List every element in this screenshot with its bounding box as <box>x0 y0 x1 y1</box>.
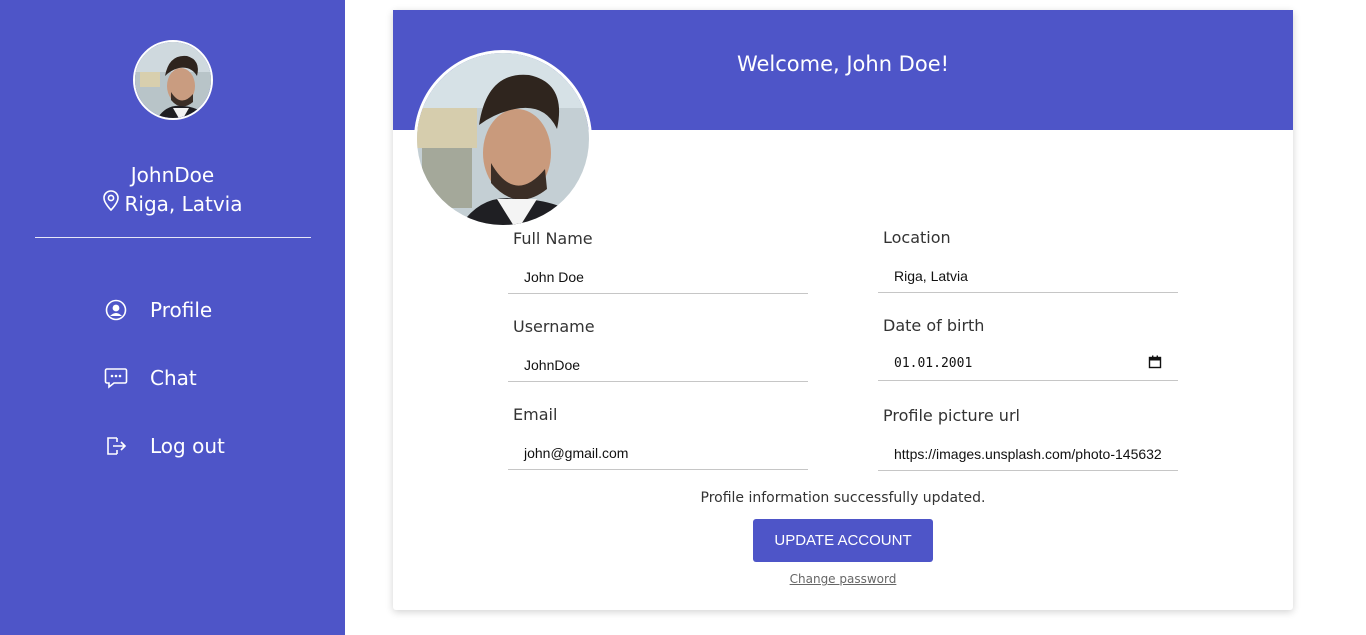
nav-label-chat: Chat <box>150 366 197 390</box>
calendar-icon[interactable] <box>1148 355 1162 373</box>
sidebar-divider <box>35 237 311 238</box>
full-name-input[interactable]: John Doe <box>508 260 808 294</box>
nav-label-logout: Log out <box>150 434 225 458</box>
user-circle-icon <box>104 298 128 322</box>
field-email: Email john@gmail.com <box>508 405 808 470</box>
profile-avatar <box>414 50 592 228</box>
date-of-birth-input[interactable]: 01.01.2001 <box>878 347 1178 381</box>
username-value: JohnDoe <box>524 356 581 373</box>
map-pin-icon <box>102 190 120 217</box>
sidebar-username: JohnDoe <box>130 163 215 187</box>
sidebar-location-text: Riga, Latvia <box>124 191 243 216</box>
field-full-name: Full Name John Doe <box>508 229 808 294</box>
full-name-value: John Doe <box>524 268 584 285</box>
nav-label-profile: Profile <box>150 298 213 322</box>
update-account-button[interactable]: UPDATE ACCOUNT <box>753 519 933 562</box>
email-value: john@gmail.com <box>524 444 629 461</box>
sidebar-avatar <box>133 40 213 120</box>
field-location: Location Riga, Latvia <box>878 228 1178 293</box>
logout-icon <box>104 434 128 458</box>
field-profile-picture-url: Profile picture url https://images.unspl… <box>878 406 1178 471</box>
status-message: Profile information successfully updated… <box>700 490 986 506</box>
full-name-label: Full Name <box>513 229 593 248</box>
field-date-of-birth: Date of birth 01.01.2001 <box>878 316 1178 381</box>
location-input[interactable]: Riga, Latvia <box>878 259 1178 293</box>
change-password-link[interactable]: Change password <box>393 572 1293 586</box>
profile-card: Welcome, John Doe! Full Name John Doe Lo… <box>393 10 1293 610</box>
location-value: Riga, Latvia <box>894 267 968 284</box>
date-of-birth-label: Date of birth <box>883 316 985 335</box>
profile-picture-url-input[interactable]: https://images.unsplash.com/photo-145632 <box>878 437 1178 471</box>
location-label: Location <box>883 228 951 247</box>
profile-picture-url-label: Profile picture url <box>883 406 1020 425</box>
sidebar-location: Riga, Latvia <box>0 190 345 217</box>
nav-item-logout[interactable]: Log out <box>104 434 225 458</box>
chat-bubble-icon <box>104 366 128 390</box>
username-input[interactable]: JohnDoe <box>508 348 808 382</box>
sidebar: JohnDoe Riga, Latvia Profile Chat Log ou… <box>0 0 345 635</box>
email-label: Email <box>513 405 558 424</box>
date-of-birth-value: 01.01.2001 <box>894 356 973 371</box>
nav-item-chat[interactable]: Chat <box>104 366 197 390</box>
username-label: Username <box>513 317 595 336</box>
field-username: Username JohnDoe <box>508 317 808 382</box>
nav-item-profile[interactable]: Profile <box>104 298 212 322</box>
email-input[interactable]: john@gmail.com <box>508 436 808 470</box>
profile-picture-url-value: https://images.unsplash.com/photo-145632 <box>894 445 1162 462</box>
